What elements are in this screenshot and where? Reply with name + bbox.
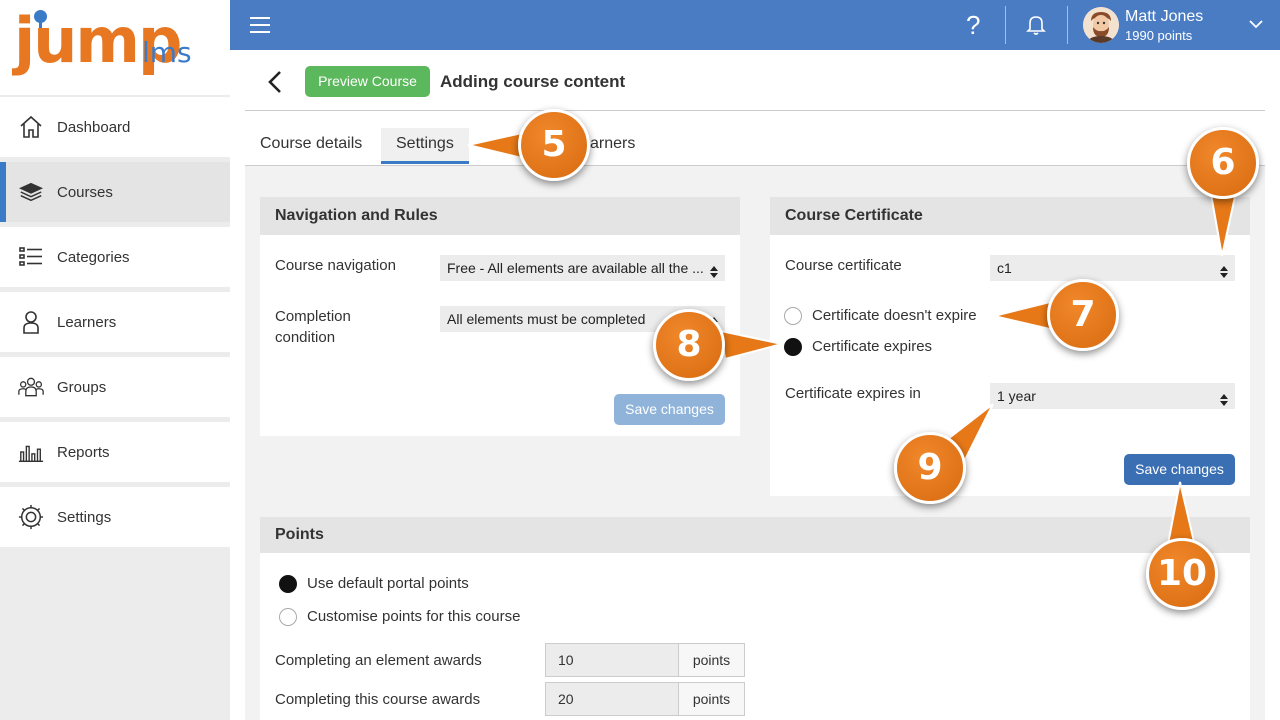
help-icon[interactable]: ?: [966, 10, 980, 41]
books-icon: [18, 179, 44, 205]
radio-no-expire-label[interactable]: Certificate doesn't expire: [812, 307, 977, 324]
sidebar-item-label: Settings: [57, 508, 112, 526]
sidebar-item-label: Learners: [57, 313, 117, 331]
course-certificate-label: Course certificate: [785, 257, 902, 274]
completion-label: Completion: [275, 308, 351, 325]
select-value: c1: [997, 260, 1012, 276]
callout-step-7: 7: [1047, 279, 1119, 351]
sidebar-item-dashboard[interactable]: Dashboard: [0, 97, 230, 157]
bar-chart-icon: [18, 439, 44, 465]
top-bar: ? Matt Jones 1990 points: [230, 0, 1280, 50]
gear-icon: [18, 504, 44, 530]
user-name[interactable]: Matt Jones: [1125, 8, 1203, 26]
callout-step-10: 10: [1146, 538, 1218, 610]
sort-arrows-icon: [709, 261, 719, 281]
sidebar: jump lms Dashboard Courses Categories Le…: [0, 0, 230, 720]
sort-arrows-icon: [1219, 261, 1229, 281]
sidebar-item-label: Categories: [57, 248, 130, 266]
callout-step-5: 5: [518, 109, 590, 181]
person-icon: [18, 309, 44, 335]
course-certificate-panel: Course Certificate Course certificate c1…: [770, 197, 1250, 496]
radio-expires-label[interactable]: Certificate expires: [812, 338, 932, 355]
points-unit-addon: points: [678, 682, 745, 716]
element-points-label: Completing an element awards: [275, 652, 482, 669]
panel-title: Navigation and Rules: [260, 197, 740, 235]
divider: [1067, 6, 1068, 44]
sidebar-item-learners[interactable]: Learners: [0, 292, 230, 352]
sidebar-item-settings[interactable]: Settings: [0, 487, 230, 547]
completion-label-line2: condition: [275, 329, 336, 346]
user-points: 1990 points: [1125, 28, 1193, 43]
radio-default-points-label[interactable]: Use default portal points: [307, 575, 469, 592]
list-icon: [18, 244, 44, 270]
home-icon: [18, 114, 44, 140]
points-unit-addon: points: [678, 643, 745, 677]
sort-arrows-icon: [1219, 389, 1229, 409]
radio-expires[interactable]: [784, 338, 802, 356]
sidebar-item-label: Groups: [57, 378, 107, 396]
tab-course-details[interactable]: Course details: [245, 128, 377, 164]
points-panel: Points Use default portal points Customi…: [260, 517, 1250, 720]
sidebar-item-categories[interactable]: Categories: [0, 227, 230, 287]
sidebar-item-courses[interactable]: Courses: [0, 162, 230, 222]
element-points-input[interactable]: 10: [545, 643, 679, 677]
panel-title: Points: [260, 517, 1250, 553]
select-value: Free - All elements are available all th…: [447, 260, 704, 276]
sidebar-item-label: Dashboard: [57, 118, 131, 136]
logo-suffix: lms: [142, 36, 192, 69]
sidebar-item-label: Courses: [57, 183, 113, 201]
course-certificate-select[interactable]: c1: [990, 255, 1235, 281]
radio-no-expire[interactable]: [784, 307, 802, 325]
select-value: All elements must be completed: [447, 311, 646, 327]
sidebar-item-reports[interactable]: Reports: [0, 422, 230, 482]
radio-custom-points-label[interactable]: Customise points for this course: [307, 608, 520, 625]
chevron-down-icon[interactable]: [1248, 16, 1264, 37]
back-arrow-icon[interactable]: [266, 70, 284, 99]
avatar[interactable]: [1083, 7, 1119, 43]
expires-in-label: Certificate expires in: [785, 385, 921, 402]
bell-icon[interactable]: [1026, 14, 1046, 41]
main-content: Preview Course Adding course content Cou…: [230, 50, 1280, 720]
radio-custom-points[interactable]: [279, 608, 297, 626]
divider: [245, 110, 1265, 111]
menu-icon[interactable]: [250, 17, 270, 33]
course-points-label: Completing this course awards: [275, 691, 481, 708]
preview-course-button[interactable]: Preview Course: [305, 66, 430, 97]
page-title: Adding course content: [440, 72, 626, 91]
select-value: 1 year: [997, 388, 1036, 404]
course-navigation-select[interactable]: Free - All elements are available all th…: [440, 255, 725, 281]
save-certificate-button[interactable]: Save changes: [1124, 454, 1235, 485]
sidebar-item-label: Reports: [57, 443, 110, 461]
divider: [1005, 6, 1006, 44]
expires-in-select[interactable]: 1 year: [990, 383, 1235, 409]
radio-default-points[interactable]: [279, 575, 297, 593]
callout-step-9: 9: [894, 432, 966, 504]
save-navigation-button[interactable]: Save changes: [614, 394, 725, 425]
sidebar-item-groups[interactable]: Groups: [0, 357, 230, 417]
callout-step-6: 6: [1187, 127, 1259, 199]
panel-title: Course Certificate: [770, 197, 1250, 235]
jumplms-logo[interactable]: jump lms: [0, 0, 230, 95]
tab-settings[interactable]: Settings: [381, 128, 469, 164]
course-points-input[interactable]: 20: [545, 682, 679, 716]
course-navigation-label: Course navigation: [275, 257, 396, 274]
callout-step-8: 8: [653, 309, 725, 381]
group-icon: [18, 374, 44, 400]
